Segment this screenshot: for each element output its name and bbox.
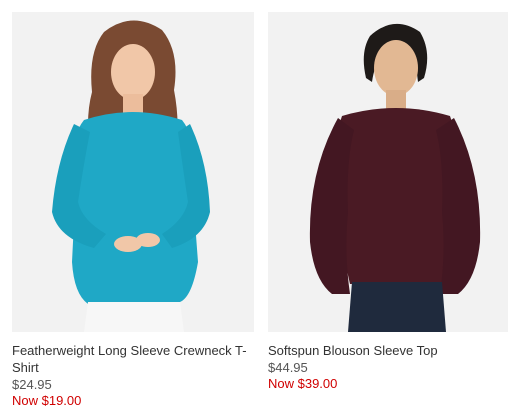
product-photo-teal-tee	[52, 20, 210, 332]
product-name[interactable]: Featherweight Long Sleeve Crewneck T-Shi…	[12, 342, 254, 376]
product-price: $24.95	[12, 377, 52, 392]
sale-price: Now $19.00	[12, 393, 82, 408]
product-price: $44.95	[268, 360, 308, 375]
product-name[interactable]: Softspun Blouson Sleeve Top	[268, 342, 508, 359]
product-photo-burgundy-top	[309, 23, 481, 332]
product-card[interactable]: Featherweight Long Sleeve Crewneck T-Shi…	[12, 12, 254, 409]
product-card[interactable]: Softspun Blouson Sleeve Top $44.95 Now $…	[268, 12, 508, 392]
sale-price: Now $39.00	[268, 376, 338, 391]
product-image[interactable]	[12, 12, 254, 332]
product-image[interactable]	[268, 12, 508, 332]
